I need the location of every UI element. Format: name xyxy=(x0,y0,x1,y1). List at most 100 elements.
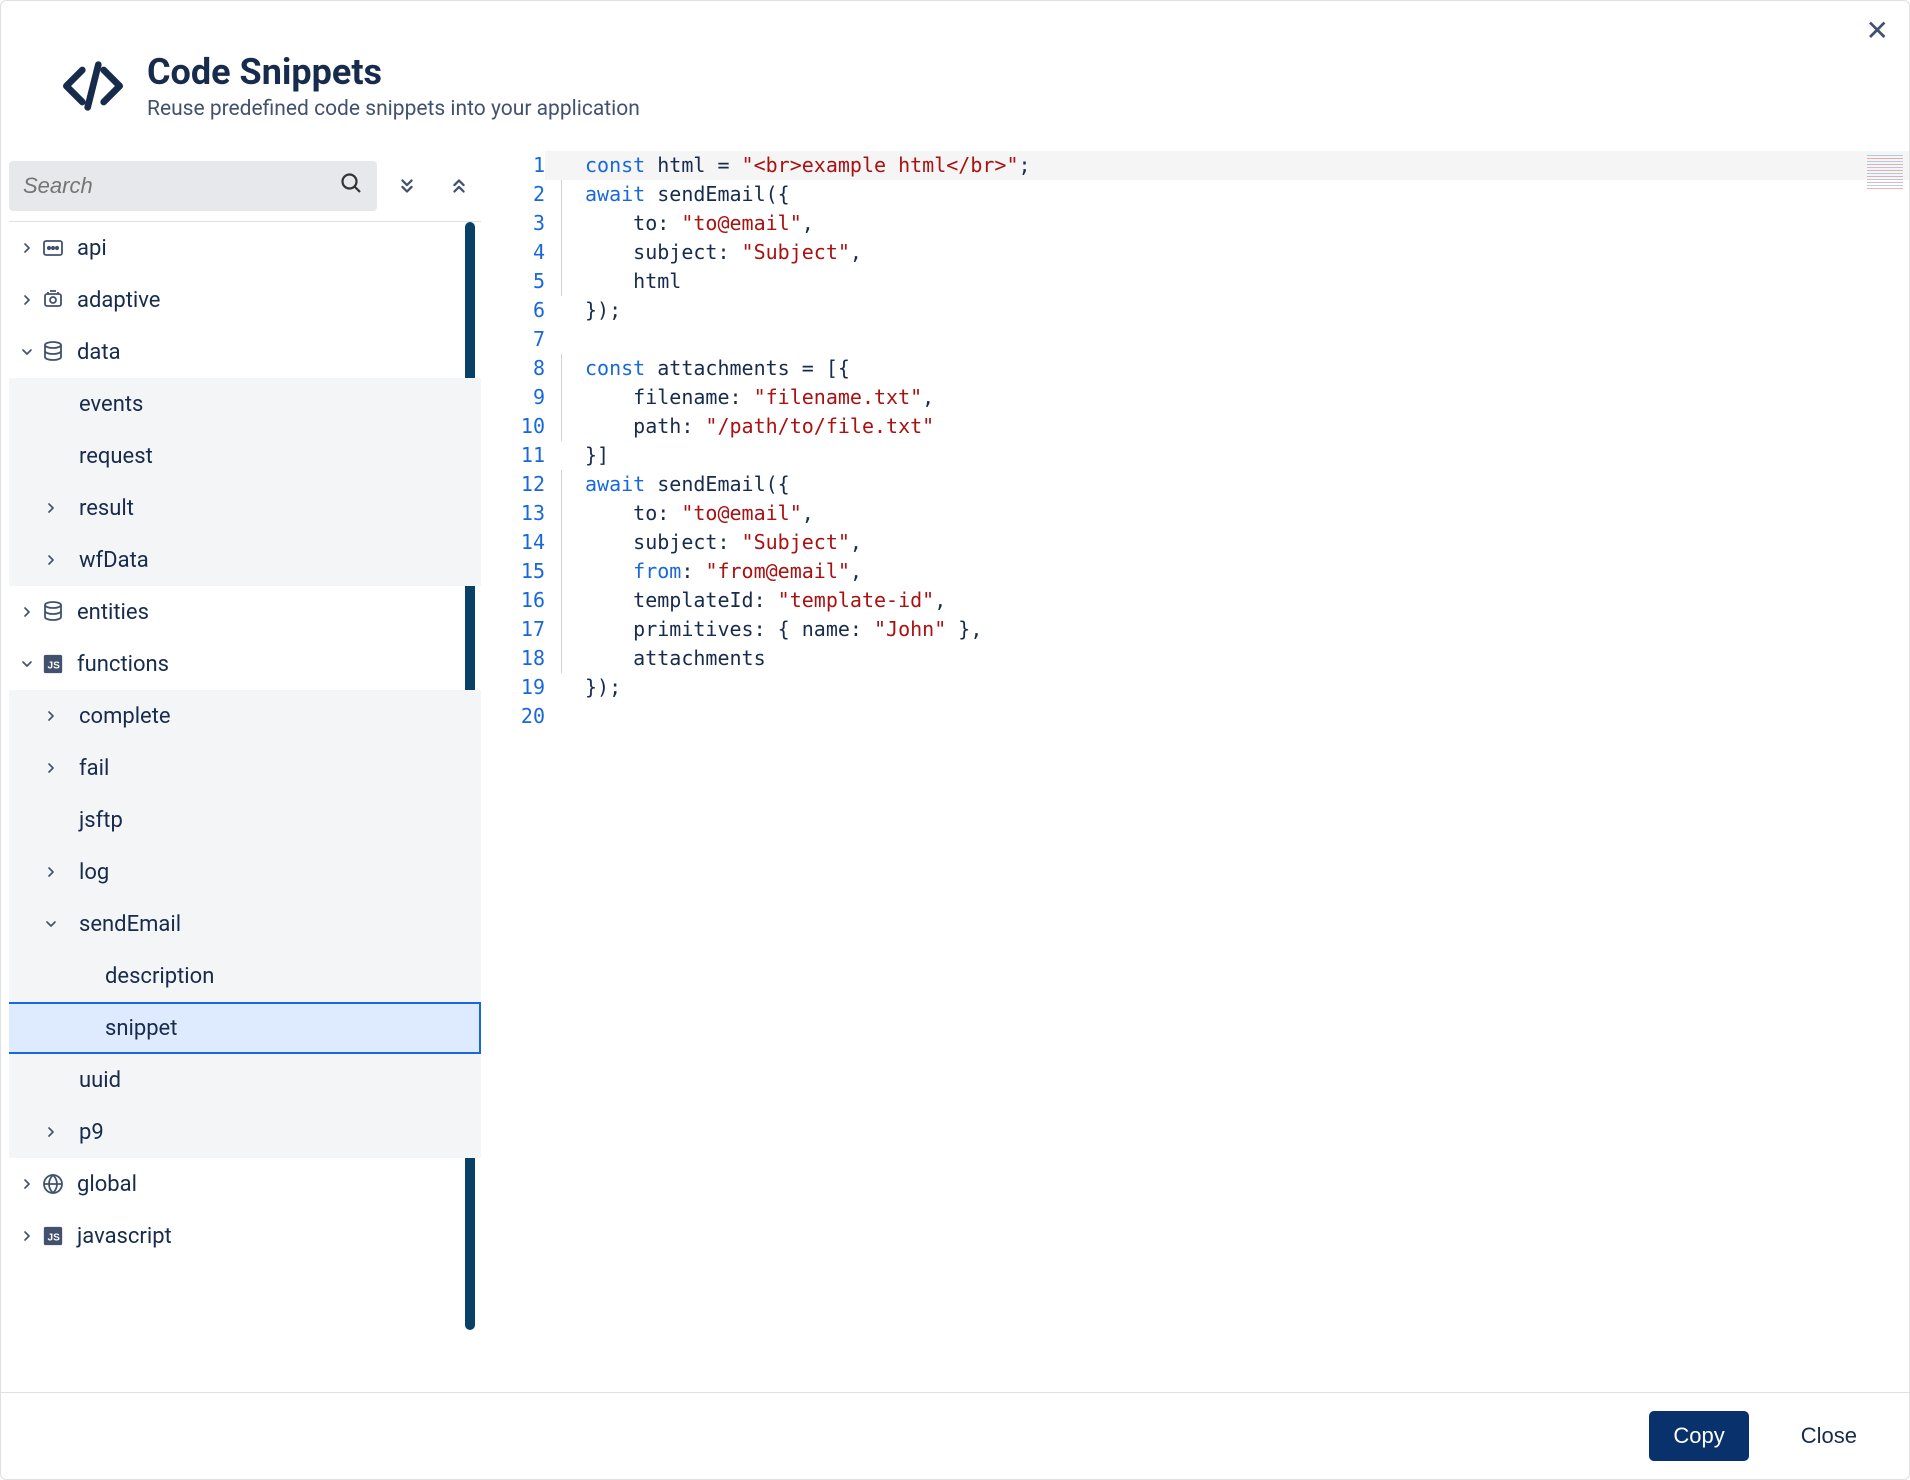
line-number: 3 xyxy=(487,209,545,238)
chevron-right-icon[interactable] xyxy=(15,604,39,620)
code-line: subject: "Subject", xyxy=(585,238,1909,267)
expand-all-button[interactable] xyxy=(385,164,429,208)
code-line: filename: "filename.txt", xyxy=(585,383,1909,412)
js-icon: JS xyxy=(39,1225,67,1247)
code-line: await sendEmail({ xyxy=(585,470,1909,499)
tree-item-p9[interactable]: p9 xyxy=(9,1106,481,1158)
line-number: 8 xyxy=(487,354,545,383)
chevron-right-icon[interactable] xyxy=(15,1176,39,1192)
line-number: 18 xyxy=(487,644,545,673)
line-number: 5 xyxy=(487,267,545,296)
tree-item-log[interactable]: log xyxy=(9,846,481,898)
search-icon[interactable] xyxy=(339,171,363,201)
search-input[interactable] xyxy=(23,173,339,199)
tree-item-description[interactable]: description xyxy=(9,950,481,1002)
api-icon xyxy=(39,236,67,260)
tree-item-label: uuid xyxy=(79,1068,121,1093)
line-number: 11 xyxy=(487,441,545,470)
modal-body: api adaptive data events request result wfData… xyxy=(1,151,1909,1392)
line-number: 9 xyxy=(487,383,545,412)
code-icon xyxy=(61,54,125,118)
line-number: 7 xyxy=(487,325,545,354)
snippet-tree[interactable]: api adaptive data events request result wfData… xyxy=(9,221,481,1392)
tree-item-entities[interactable]: entities xyxy=(9,586,481,638)
code-line: primitives: { name: "John" }, xyxy=(585,615,1909,644)
tree-item-label: log xyxy=(79,860,109,885)
code-line: from: "from@email", xyxy=(585,557,1909,586)
line-number: 2 xyxy=(487,180,545,209)
tree-item-label: entities xyxy=(77,600,149,625)
tree-item-fail[interactable]: fail xyxy=(9,742,481,794)
tree-item-label: global xyxy=(77,1172,137,1197)
tree-item-sendemail[interactable]: sendEmail xyxy=(9,898,481,950)
chevron-right-icon[interactable] xyxy=(39,708,63,724)
line-number: 17 xyxy=(487,615,545,644)
collapse-all-button[interactable] xyxy=(437,164,481,208)
line-number: 14 xyxy=(487,528,545,557)
code-line: const html = "<br>example html</br>"; xyxy=(585,151,1909,180)
tree-item-label: snippet xyxy=(105,1016,177,1041)
tree-item-label: data xyxy=(77,340,121,365)
sidebar: api adaptive data events request result wfData… xyxy=(1,151,481,1392)
copy-button[interactable]: Copy xyxy=(1649,1411,1748,1461)
code-area[interactable]: const html = "<br>example html</br>"; awa… xyxy=(557,151,1909,1392)
modal-subtitle: Reuse predefined code snippets into your… xyxy=(147,97,640,121)
chevron-right-icon[interactable] xyxy=(39,760,63,776)
tree-item-result[interactable]: result xyxy=(9,482,481,534)
tree-item-adaptive[interactable]: adaptive xyxy=(9,274,481,326)
tree-item-label: events xyxy=(79,392,143,417)
svg-text:JS: JS xyxy=(48,661,61,672)
tree-item-events[interactable]: events xyxy=(9,378,481,430)
tree-item-label: api xyxy=(77,236,107,261)
tree-item-label: functions xyxy=(77,652,169,677)
tree-item-uuid[interactable]: uuid xyxy=(9,1054,481,1106)
tree-item-wfdata[interactable]: wfData xyxy=(9,534,481,586)
tree-item-label: fail xyxy=(79,756,109,781)
line-number: 10 xyxy=(487,412,545,441)
chevron-down-icon[interactable] xyxy=(15,656,39,672)
code-line: path: "/path/to/file.txt" xyxy=(585,412,1909,441)
chevron-right-icon[interactable] xyxy=(15,240,39,256)
code-line: html xyxy=(585,267,1909,296)
line-gutter: 1234567891011121314151617181920 xyxy=(487,151,557,1392)
tree-item-label: request xyxy=(79,444,153,469)
tree-item-javascript[interactable]: JSjavascript xyxy=(9,1210,481,1262)
minimap[interactable] xyxy=(1867,153,1903,189)
line-number: 16 xyxy=(487,586,545,615)
close-icon[interactable]: ✕ xyxy=(1866,17,1889,45)
tree-item-label: complete xyxy=(79,704,171,729)
tree-item-label: result xyxy=(79,496,134,521)
code-line: to: "to@email", xyxy=(585,209,1909,238)
chevron-right-icon[interactable] xyxy=(15,1228,39,1244)
chevron-right-icon[interactable] xyxy=(39,864,63,880)
tree-item-complete[interactable]: complete xyxy=(9,690,481,742)
chevron-right-icon[interactable] xyxy=(15,292,39,308)
line-number: 6 xyxy=(487,296,545,325)
tree-item-snippet[interactable]: snippet xyxy=(9,1002,481,1054)
adaptive-icon xyxy=(39,288,67,312)
close-button[interactable]: Close xyxy=(1777,1411,1881,1461)
chevron-right-icon[interactable] xyxy=(39,552,63,568)
code-line xyxy=(585,325,1909,354)
chevron-right-icon[interactable] xyxy=(39,1124,63,1140)
line-number: 20 xyxy=(487,702,545,731)
line-number: 15 xyxy=(487,557,545,586)
tree-item-label: description xyxy=(105,964,214,989)
tree-item-api[interactable]: api xyxy=(9,222,481,274)
tree-item-label: adaptive xyxy=(77,288,160,313)
tree-item-global[interactable]: global xyxy=(9,1158,481,1210)
chevron-down-icon[interactable] xyxy=(15,344,39,360)
tree-item-data[interactable]: data xyxy=(9,326,481,378)
tree-item-functions[interactable]: JS functions xyxy=(9,638,481,690)
chevron-right-icon[interactable] xyxy=(39,500,63,516)
line-number: 13 xyxy=(487,499,545,528)
line-number: 1 xyxy=(487,151,545,180)
search-box[interactable] xyxy=(9,161,377,211)
search-row xyxy=(9,151,481,221)
chevron-down-icon[interactable] xyxy=(39,916,63,932)
db-icon xyxy=(39,340,67,364)
tree-item-label: jsftp xyxy=(79,808,123,833)
tree-item-request[interactable]: request xyxy=(9,430,481,482)
tree-item-jsftp[interactable]: jsftp xyxy=(9,794,481,846)
code-snippets-modal: ✕ Code Snippets Reuse predefined code sn… xyxy=(0,0,1910,1480)
